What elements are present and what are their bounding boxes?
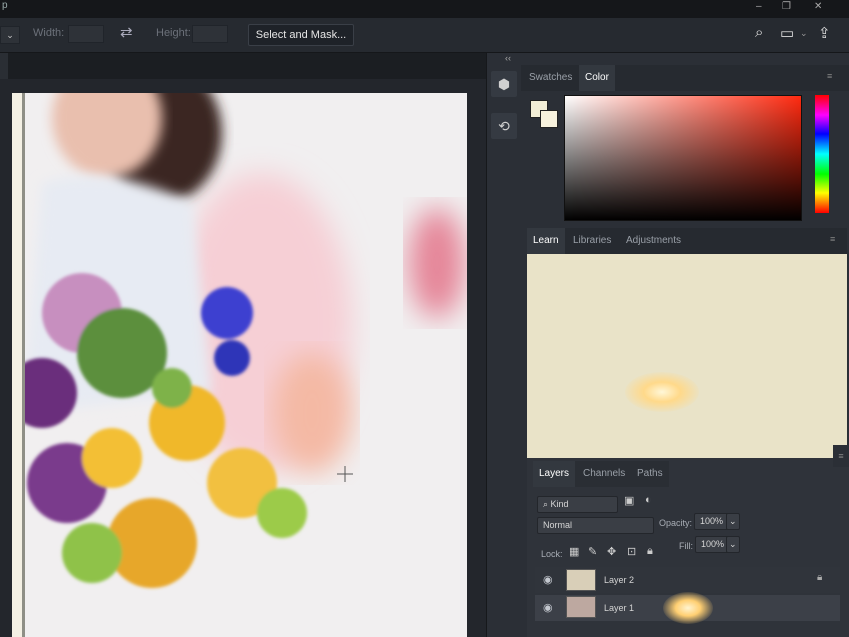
screen-glare-lower bbox=[663, 592, 713, 624]
preset-dropdown[interactable]: ⌄ bbox=[0, 26, 20, 44]
swap-icon[interactable]: ⇄ bbox=[120, 23, 133, 41]
history-icon[interactable]: ⟲ bbox=[491, 113, 517, 139]
color-picker-field[interactable] bbox=[564, 95, 802, 221]
app-logo: p bbox=[2, 0, 8, 11]
image-canvas[interactable] bbox=[12, 93, 467, 637]
lock-label: Lock: bbox=[541, 549, 563, 559]
lock-transparent-icon[interactable]: ▦ bbox=[569, 545, 579, 558]
filter-image-icon[interactable]: ▣ bbox=[624, 494, 634, 507]
lock-artboard-icon[interactable]: ⊡ bbox=[627, 545, 636, 558]
lock-brush-icon[interactable]: ✎ bbox=[588, 545, 597, 558]
fill-label: Fill: bbox=[679, 541, 693, 551]
opacity-chevron-icon[interactable]: ⌄ bbox=[726, 513, 740, 530]
width-field[interactable] bbox=[68, 25, 104, 43]
filter-kind-label: Kind bbox=[550, 499, 569, 509]
photo-artwork bbox=[12, 93, 467, 637]
collapse-icon[interactable]: ‹‹ bbox=[505, 53, 511, 63]
tab-channels[interactable]: Channels bbox=[577, 461, 631, 487]
search-kind-icon: ⌕ bbox=[543, 499, 551, 509]
visibility-eye-icon[interactable]: ◉ bbox=[543, 573, 553, 586]
layer-thumbnail bbox=[566, 596, 596, 618]
tab-color[interactable]: Color bbox=[579, 65, 615, 91]
fill-value: 100% bbox=[701, 539, 725, 549]
lock-position-icon[interactable]: ✥ bbox=[607, 545, 616, 558]
workspace-icon[interactable]: ▭ bbox=[780, 24, 794, 42]
visibility-eye-icon[interactable]: ◉ bbox=[543, 601, 553, 614]
width-label: Width: bbox=[33, 27, 65, 39]
close-icon[interactable]: ✕ bbox=[814, 1, 822, 12]
learn-panel-menu-icon[interactable]: ≡ bbox=[830, 234, 835, 244]
tab-layers[interactable]: Layers bbox=[533, 461, 576, 487]
workspace-chevron-icon[interactable]: ⌄ bbox=[800, 28, 808, 39]
minimize-icon[interactable]: – bbox=[756, 1, 762, 12]
search-icon[interactable]: ⌕ bbox=[755, 24, 763, 41]
hue-slider[interactable] bbox=[815, 95, 829, 213]
fill-chevron-icon[interactable]: ⌄ bbox=[726, 536, 740, 553]
color-panel-tabs: Swatches Color ≡ bbox=[521, 65, 849, 91]
layers-panel-menu-icon[interactable]: ≡ bbox=[833, 445, 849, 467]
screen-glare bbox=[625, 372, 699, 412]
opacity-label: Opacity: bbox=[659, 518, 693, 528]
tab-adjustments[interactable]: Adjustments bbox=[620, 228, 687, 254]
layer-name[interactable]: Layer 2 bbox=[604, 575, 634, 585]
lock-all-icon[interactable]: 🔒︎ bbox=[647, 545, 653, 558]
layers-panel-tabs: Layers Channels Paths bbox=[533, 461, 669, 487]
height-label: Height: bbox=[156, 27, 191, 39]
background-color-swatch[interactable] bbox=[540, 110, 558, 128]
document-tab-row bbox=[0, 53, 486, 79]
tab-swatches[interactable]: Swatches bbox=[523, 65, 578, 91]
filter-adjustment-icon[interactable]: ◐ bbox=[645, 494, 652, 506]
learn-panel-tabs: Learn Libraries Adjustments ≡ bbox=[527, 228, 847, 254]
tab-paths[interactable]: Paths bbox=[631, 461, 669, 487]
share-icon[interactable]: ⇪ bbox=[818, 24, 831, 42]
title-bar: p – ❐ ✕ bbox=[0, 0, 849, 18]
opacity-value: 100% bbox=[700, 516, 724, 526]
layer-name[interactable]: Layer 1 bbox=[604, 603, 634, 613]
options-bar: ⌄ Width: ⇄ Height: ⌕ ▭ ⌄ ⇪ bbox=[0, 18, 849, 53]
blend-mode-label: Normal bbox=[543, 520, 573, 530]
tab-libraries[interactable]: Libraries bbox=[567, 228, 617, 254]
layer-thumbnail bbox=[566, 569, 596, 591]
document-tab[interactable] bbox=[0, 53, 8, 79]
height-field[interactable] bbox=[192, 25, 228, 43]
restore-icon[interactable]: ❐ bbox=[782, 1, 791, 12]
layer-lock-icon: 🔒︎ bbox=[817, 572, 823, 583]
panel-dock-strip: ‹‹ ⬢ ⟲ bbox=[486, 53, 521, 637]
panel-menu-icon[interactable]: ≡ bbox=[827, 71, 832, 81]
layer-row-layer-2[interactable]: ◉ Layer 2 🔒︎ bbox=[535, 567, 840, 593]
filter-kind-dropdown[interactable]: ⌕ Kind bbox=[537, 496, 618, 513]
3d-materials-icon[interactable]: ⬢ bbox=[491, 71, 517, 97]
tab-learn[interactable]: Learn bbox=[527, 228, 565, 254]
select-and-mask-button[interactable]: Select and Mask... bbox=[248, 24, 354, 46]
blend-mode-dropdown[interactable]: Normal bbox=[537, 517, 654, 534]
